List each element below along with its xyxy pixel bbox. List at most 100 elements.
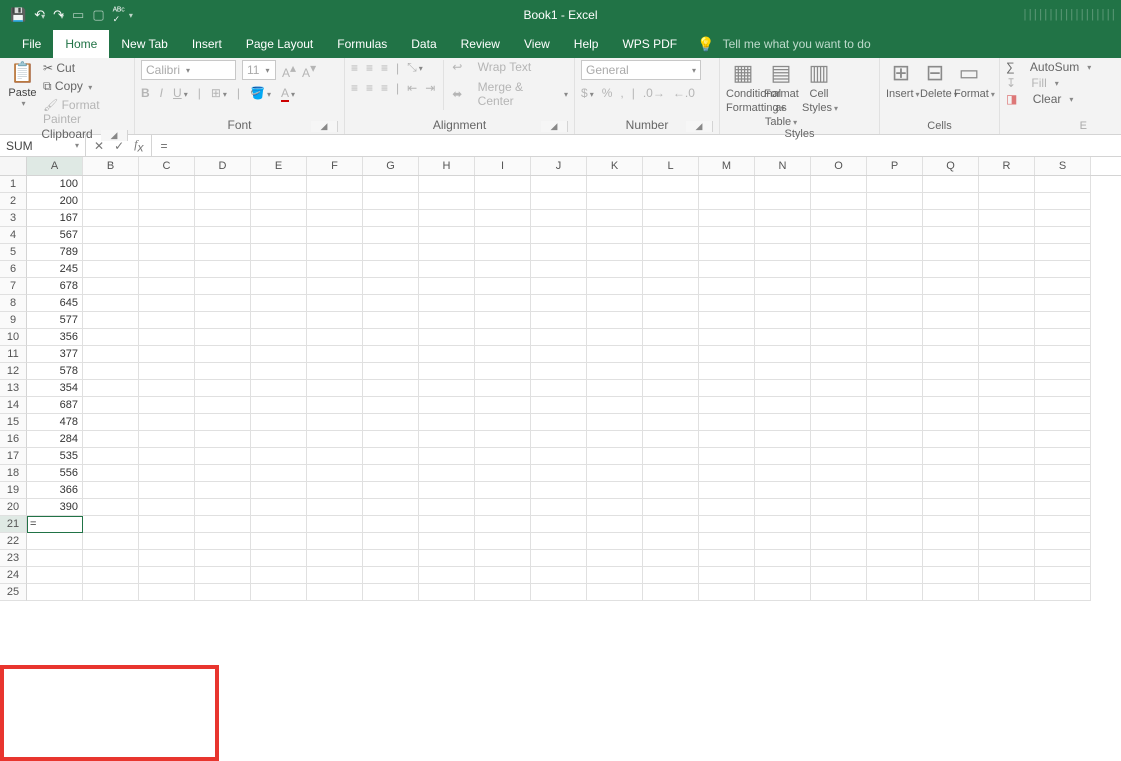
tab-help[interactable]: Help (562, 30, 611, 58)
cell-P14[interactable] (867, 397, 923, 414)
cell-H2[interactable] (419, 193, 475, 210)
insert-cells-button[interactable]: ⊞Insert▾ (886, 60, 916, 100)
cell-K12[interactable] (587, 363, 643, 380)
cell-L6[interactable] (643, 261, 699, 278)
format-cells-button[interactable]: ▭Format▾ (954, 60, 984, 100)
cell-I21[interactable] (475, 516, 531, 533)
cell-F5[interactable] (307, 244, 363, 261)
percent-format-icon[interactable]: % (602, 86, 613, 100)
formula-input[interactable]: = (152, 135, 1121, 156)
fill-button[interactable]: ↧ Fill▾ (1006, 76, 1059, 90)
cell-G12[interactable] (363, 363, 419, 380)
cell-B16[interactable] (83, 431, 139, 448)
cell-N10[interactable] (755, 329, 811, 346)
cell-G23[interactable] (363, 550, 419, 567)
align-left-icon[interactable]: ≡ (351, 81, 358, 95)
cell-O18[interactable] (811, 465, 867, 482)
cell-C24[interactable] (139, 567, 195, 584)
cell-B21[interactable] (83, 516, 139, 533)
cell-R20[interactable] (979, 499, 1035, 516)
cell-G4[interactable] (363, 227, 419, 244)
cell-R18[interactable] (979, 465, 1035, 482)
cell-D8[interactable] (195, 295, 251, 312)
cell-R8[interactable] (979, 295, 1035, 312)
cell-K20[interactable] (587, 499, 643, 516)
cell-G6[interactable] (363, 261, 419, 278)
cell-K13[interactable] (587, 380, 643, 397)
cell-N23[interactable] (755, 550, 811, 567)
row-header-7[interactable]: 7 (0, 278, 27, 295)
cell-S22[interactable] (1035, 533, 1091, 550)
cell-H9[interactable] (419, 312, 475, 329)
cell-C5[interactable] (139, 244, 195, 261)
cell-O10[interactable] (811, 329, 867, 346)
row-header-22[interactable]: 22 (0, 533, 27, 550)
cell-J20[interactable] (531, 499, 587, 516)
cell-C23[interactable] (139, 550, 195, 567)
cell-L5[interactable] (643, 244, 699, 261)
cell-B13[interactable] (83, 380, 139, 397)
cell-M10[interactable] (699, 329, 755, 346)
cell-O24[interactable] (811, 567, 867, 584)
cell-I8[interactable] (475, 295, 531, 312)
cell-R17[interactable] (979, 448, 1035, 465)
cell-D10[interactable] (195, 329, 251, 346)
cell-D13[interactable] (195, 380, 251, 397)
cell-R13[interactable] (979, 380, 1035, 397)
borders-button[interactable]: ⊞▾ (211, 86, 227, 100)
cell-A19[interactable]: 366 (27, 482, 83, 499)
cell-P3[interactable] (867, 210, 923, 227)
row-header-3[interactable]: 3 (0, 210, 27, 227)
cell-F19[interactable] (307, 482, 363, 499)
cell-P17[interactable] (867, 448, 923, 465)
cell-D17[interactable] (195, 448, 251, 465)
tab-view[interactable]: View (512, 30, 562, 58)
cell-K11[interactable] (587, 346, 643, 363)
row-header-4[interactable]: 4 (0, 227, 27, 244)
cell-J22[interactable] (531, 533, 587, 550)
cell-L24[interactable] (643, 567, 699, 584)
cell-E19[interactable] (251, 482, 307, 499)
column-header-P[interactable]: P (867, 157, 923, 175)
cell-B2[interactable] (83, 193, 139, 210)
cell-I10[interactable] (475, 329, 531, 346)
cell-F12[interactable] (307, 363, 363, 380)
cell-J23[interactable] (531, 550, 587, 567)
cell-J13[interactable] (531, 380, 587, 397)
cell-G22[interactable] (363, 533, 419, 550)
column-header-I[interactable]: I (475, 157, 531, 175)
tab-home[interactable]: Home (53, 30, 109, 58)
decrease-decimal-icon[interactable]: ←.0 (673, 86, 695, 100)
cell-I12[interactable] (475, 363, 531, 380)
cell-Q4[interactable] (923, 227, 979, 244)
cell-N7[interactable] (755, 278, 811, 295)
cell-H3[interactable] (419, 210, 475, 227)
row-header-1[interactable]: 1 (0, 176, 27, 193)
cell-E2[interactable] (251, 193, 307, 210)
row-header-2[interactable]: 2 (0, 193, 27, 210)
cell-A6[interactable]: 245 (27, 261, 83, 278)
cell-G2[interactable] (363, 193, 419, 210)
cell-I3[interactable] (475, 210, 531, 227)
cell-H25[interactable] (419, 584, 475, 601)
font-color-button[interactable]: A▾ (281, 86, 295, 100)
row-header-12[interactable]: 12 (0, 363, 27, 380)
cell-N8[interactable] (755, 295, 811, 312)
cell-S12[interactable] (1035, 363, 1091, 380)
cell-N21[interactable] (755, 516, 811, 533)
cell-G20[interactable] (363, 499, 419, 516)
cell-I7[interactable] (475, 278, 531, 295)
cell-J25[interactable] (531, 584, 587, 601)
cell-Q6[interactable] (923, 261, 979, 278)
cell-H10[interactable] (419, 329, 475, 346)
cell-G24[interactable] (363, 567, 419, 584)
cell-M2[interactable] (699, 193, 755, 210)
cell-C15[interactable] (139, 414, 195, 431)
cell-P19[interactable] (867, 482, 923, 499)
cell-Q25[interactable] (923, 584, 979, 601)
cell-A11[interactable]: 377 (27, 346, 83, 363)
cell-K7[interactable] (587, 278, 643, 295)
cell-N19[interactable] (755, 482, 811, 499)
select-all-corner[interactable] (0, 157, 27, 175)
cell-M23[interactable] (699, 550, 755, 567)
